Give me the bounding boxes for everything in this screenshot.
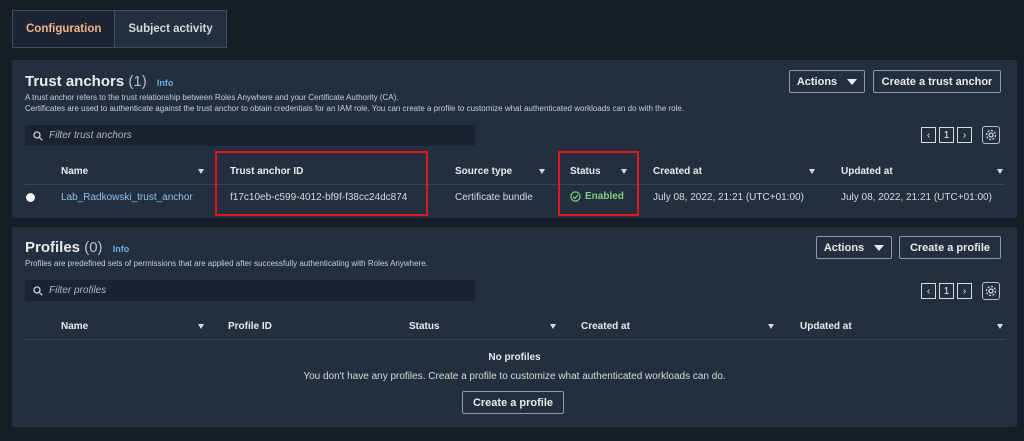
profiles-pagination: ‹ 1 › (921, 283, 975, 299)
sort-triangle-icon[interactable] (550, 324, 556, 329)
profiles-actions-button[interactable]: Actions (816, 236, 892, 259)
gear-icon[interactable] (982, 126, 1000, 144)
trust-anchors-description-1: A trust anchor refers to the trust relat… (25, 93, 399, 102)
header-divider (25, 184, 1005, 185)
filter-placeholder: Filter profiles (49, 285, 107, 296)
chevron-left-icon[interactable]: ‹ (921, 283, 936, 299)
filter-trust-anchors-input[interactable]: Filter trust anchors (25, 125, 475, 146)
sort-triangle-icon[interactable] (809, 169, 815, 174)
trust-anchors-info-link[interactable]: Info (157, 78, 174, 88)
trust-anchors-panel: Trust anchors (1) Info A trust anchor re… (12, 60, 1017, 218)
column-header-updated-at[interactable]: Updated at (800, 321, 852, 332)
tab-subject-activity[interactable]: Subject activity (115, 10, 227, 48)
column-header-created-at[interactable]: Created at (653, 166, 702, 177)
column-header-profile-id[interactable]: Profile ID (228, 321, 272, 332)
row-select-radio[interactable] (26, 193, 35, 202)
filter-profiles-input[interactable]: Filter profiles (25, 280, 475, 301)
profiles-panel: Profiles (0) Info Profiles are predefine… (12, 227, 1017, 427)
chevron-right-icon[interactable]: › (957, 127, 972, 143)
profiles-title-text: Profiles (25, 239, 81, 256)
filter-placeholder: Filter trust anchors (49, 130, 132, 141)
column-header-created-at[interactable]: Created at (581, 321, 630, 332)
gear-icon[interactable] (982, 282, 1000, 300)
trust-anchors-description-2: Certificates are used to authenticate ag… (25, 104, 685, 113)
sort-triangle-icon[interactable] (997, 324, 1003, 329)
profiles-title: Profiles (0) Info (25, 239, 129, 256)
sort-triangle-icon[interactable] (198, 169, 204, 174)
profiles-count: (0) (84, 239, 103, 256)
trust-anchors-count: (1) (128, 73, 147, 90)
highlight-status (558, 151, 639, 216)
trust-anchors-title: Trust anchors (1) Info (25, 73, 173, 90)
empty-state-create-profile-button[interactable]: Create a profile (462, 391, 564, 414)
sort-triangle-icon[interactable] (539, 169, 545, 174)
actions-label: Actions (796, 75, 838, 88)
profiles-description: Profiles are predefined sets of permissi… (25, 259, 428, 268)
chevron-left-icon[interactable]: ‹ (921, 127, 936, 143)
chevron-right-icon[interactable]: › (957, 283, 972, 299)
search-icon (33, 285, 43, 296)
caret-down-icon (847, 78, 858, 85)
column-header-status[interactable]: Status (409, 321, 440, 332)
column-header-updated-at[interactable]: Updated at (841, 166, 893, 177)
page-number-button[interactable]: 1 (939, 127, 954, 143)
page-number-button[interactable]: 1 (939, 283, 954, 299)
trust-anchors-pagination: ‹ 1 › (921, 127, 975, 143)
create-profile-button[interactable]: Create a profile (899, 236, 1001, 259)
sort-triangle-icon[interactable] (768, 324, 774, 329)
sort-triangle-icon[interactable] (997, 169, 1003, 174)
trust-anchors-title-text: Trust anchors (25, 73, 125, 90)
column-header-source-type[interactable]: Source type (455, 166, 512, 177)
empty-state-title: No profiles (488, 352, 541, 363)
search-icon (33, 130, 43, 141)
caret-down-icon (874, 244, 885, 251)
sort-triangle-icon[interactable] (198, 324, 204, 329)
actions-label: Actions (823, 241, 865, 254)
tab-bar: Configuration Subject activity (12, 10, 227, 48)
tab-configuration[interactable]: Configuration (12, 10, 116, 48)
profiles-info-link[interactable]: Info (113, 244, 130, 254)
highlight-trust-anchor-id (215, 151, 428, 216)
created-at: July 08, 2022, 21:21 (UTC+01:00) (653, 192, 804, 203)
empty-state-text: You don't have any profiles. Create a pr… (303, 371, 726, 382)
create-trust-anchor-button[interactable]: Create a trust anchor (873, 70, 1001, 93)
header-divider (25, 339, 1005, 340)
column-header-name[interactable]: Name (61, 166, 88, 177)
updated-at: July 08, 2022, 21:21 (UTC+01:00) (841, 192, 992, 203)
trust-anchors-actions-button[interactable]: Actions (789, 70, 865, 93)
source-type: Certificate bundle (455, 192, 533, 203)
trust-anchor-name-link[interactable]: Lab_Radkowski_trust_anchor (61, 192, 193, 203)
column-header-name[interactable]: Name (61, 321, 88, 332)
